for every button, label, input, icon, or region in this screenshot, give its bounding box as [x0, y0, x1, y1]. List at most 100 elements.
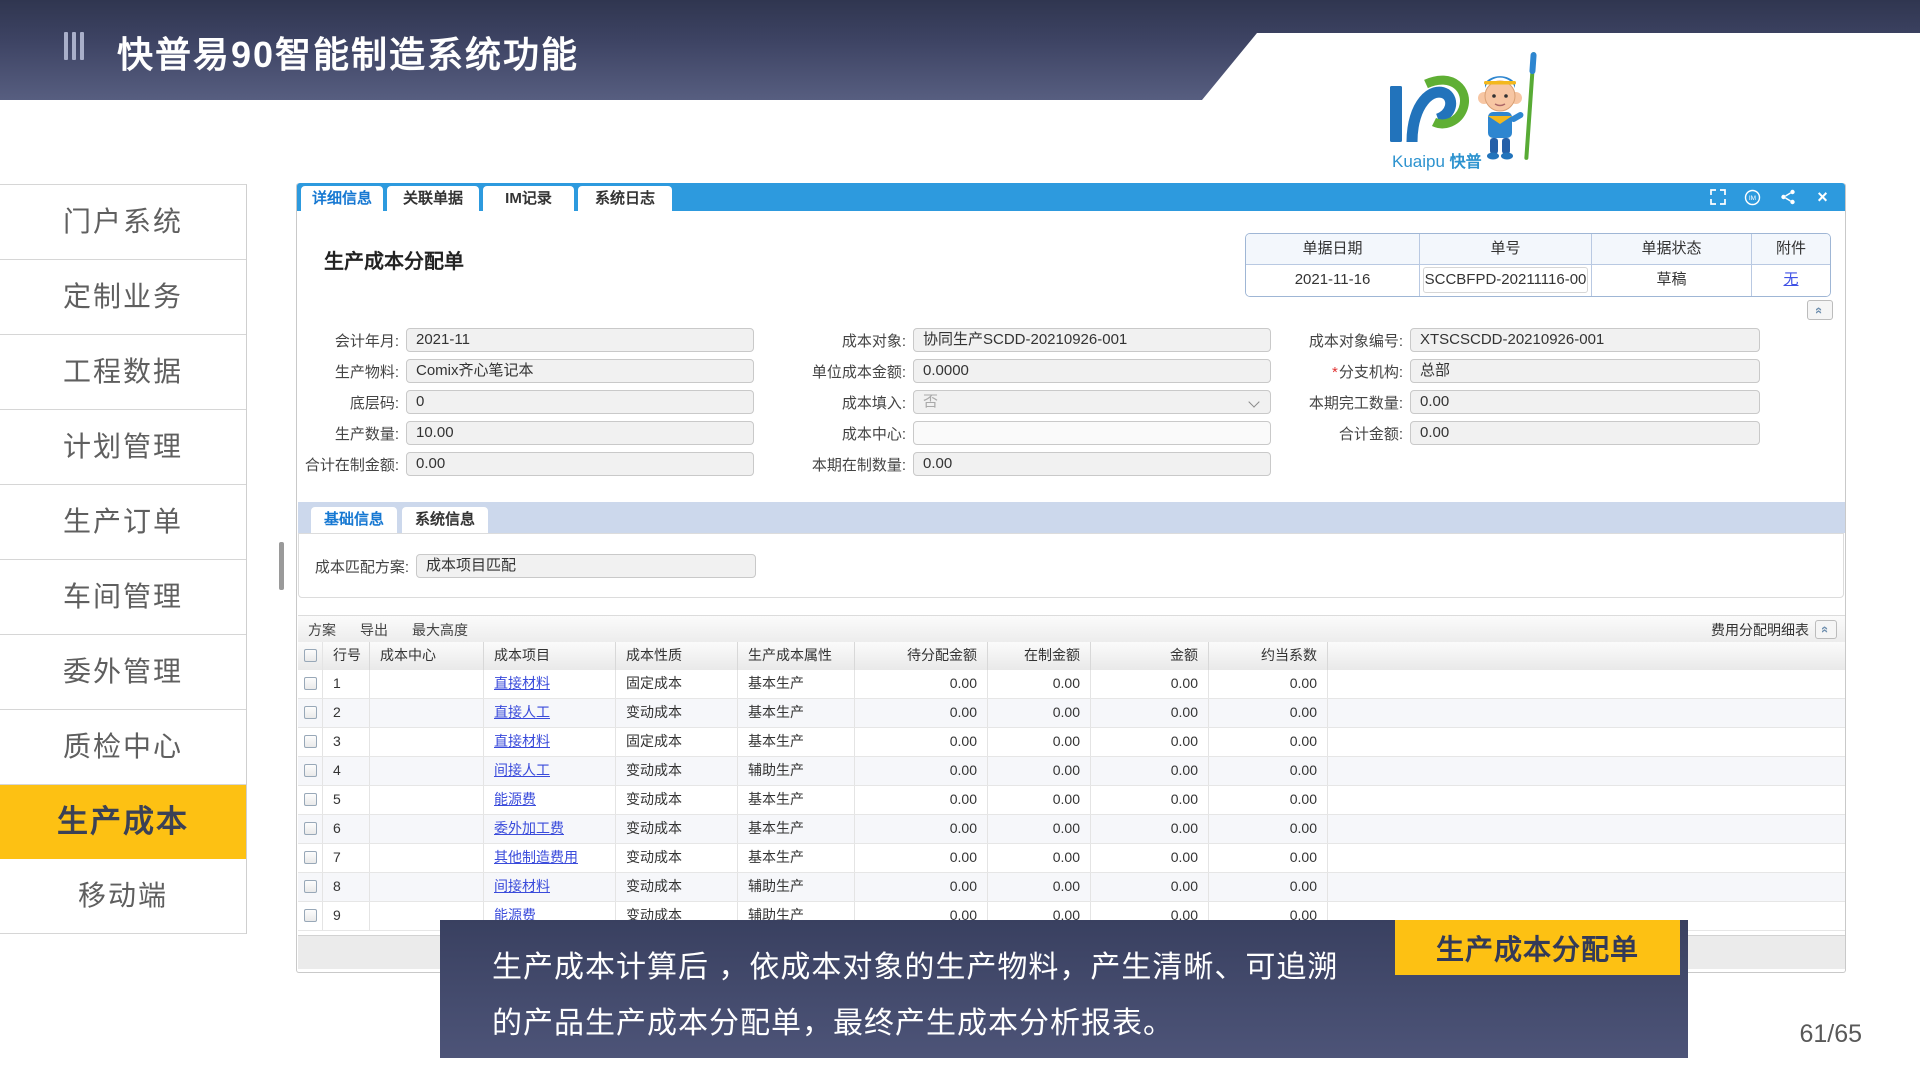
window-tab-3[interactable]: IM记录 — [483, 186, 574, 211]
doc-info-header: 单据日期 — [1246, 234, 1420, 265]
svg-text:IM: IM — [1749, 195, 1756, 202]
cost-item-link[interactable]: 直接材料 — [494, 733, 550, 749]
toolbar-item-1[interactable]: 方案 — [308, 620, 336, 640]
close-icon[interactable]: × — [1814, 189, 1831, 206]
field-input-col1-4[interactable]: 10.00 — [406, 421, 754, 445]
row-checkbox[interactable] — [304, 822, 317, 835]
grid-cell-pending: 0.00 — [855, 873, 988, 901]
field-input-col2-4[interactable] — [913, 421, 1271, 445]
grid-cell-item: 直接材料 — [484, 670, 616, 698]
window-tab-4[interactable]: 系统日志 — [578, 186, 672, 211]
grid-cell-nature: 固定成本 — [616, 728, 738, 756]
sidebar-item-8[interactable]: 质检中心 — [0, 710, 246, 785]
expense-detail-label: 费用分配明细表 — [1711, 620, 1809, 640]
grid-cell-coef: 0.00 — [1209, 670, 1328, 698]
grid-cell-amount: 0.00 — [1091, 670, 1209, 698]
field-label: 成本中心: — [786, 423, 906, 444]
row-checkbox[interactable] — [304, 677, 317, 690]
grid-cell-cost_center — [370, 815, 484, 843]
grid-cell-pending: 0.00 — [855, 728, 988, 756]
table-row: 3直接材料固定成本基本生产0.000.000.000.00 — [298, 728, 1845, 757]
cost-item-link[interactable]: 直接人工 — [494, 704, 550, 720]
table-row: 5能源费变动成本基本生产0.000.000.000.00 — [298, 786, 1845, 815]
collapse-grid-button[interactable]: « — [1815, 620, 1837, 639]
sidebar-item-2[interactable]: 定制业务 — [0, 260, 246, 335]
row-checkbox[interactable] — [304, 851, 317, 864]
grid-cell-nature: 变动成本 — [616, 873, 738, 901]
scrollbar-thumb[interactable] — [279, 542, 284, 590]
field-input-col1-1[interactable]: 2021-11 — [406, 328, 754, 352]
toolbar-item-2[interactable]: 导出 — [360, 620, 388, 640]
field-label: 单位成本金额: — [786, 361, 906, 382]
caption-line2: 的产品生产成本分配单，最终产生成本分析报表。 — [492, 998, 1174, 1042]
grid-cell-cost_center — [370, 786, 484, 814]
grid-cell-attr: 基本生产 — [738, 728, 855, 756]
sidebar-item-6[interactable]: 车间管理 — [0, 560, 246, 635]
base-info-panel: 成本匹配方案: 成本项目匹配 — [298, 533, 1844, 598]
row-checkbox[interactable] — [304, 735, 317, 748]
subtab-2[interactable]: 系统信息 — [402, 507, 488, 533]
table-row: 1直接材料固定成本基本生产0.000.000.000.00 — [298, 670, 1845, 699]
row-checkbox[interactable] — [304, 880, 317, 893]
grid-cell-item: 间接人工 — [484, 757, 616, 785]
grid-cell-nature: 变动成本 — [616, 786, 738, 814]
field-input-col3-1[interactable]: XTSCSCDD-20210926-001 — [1410, 328, 1760, 352]
im-icon[interactable]: IM — [1744, 189, 1761, 206]
field-label: 生产数量: — [284, 423, 399, 444]
grid-cell-amount: 0.00 — [1091, 757, 1209, 785]
cost-item-link[interactable]: 能源费 — [494, 791, 536, 807]
sidebar-item-9[interactable]: 生产成本 — [0, 785, 246, 859]
sidebar-item-3[interactable]: 工程数据 — [0, 335, 246, 410]
grid-cell-attr: 基本生产 — [738, 844, 855, 872]
cost-item-link[interactable]: 委外加工费 — [494, 820, 564, 836]
subtab-strip: 基础信息系统信息 — [298, 502, 1845, 533]
field-input-col3-2[interactable]: 总部 — [1410, 359, 1760, 383]
grid-cell-coef: 0.00 — [1209, 815, 1328, 843]
field-input-col3-3[interactable]: 0.00 — [1410, 390, 1760, 414]
field-input-col2-1[interactable]: 协同生产SCDD-20210926-001 — [913, 328, 1271, 352]
form-title: 生产成本分配单 — [324, 245, 464, 274]
logo-blue-swoosh — [1412, 92, 1451, 142]
grid-cell-nature: 变动成本 — [616, 815, 738, 843]
fullscreen-icon[interactable] — [1709, 189, 1726, 206]
grid-header-cell: 金额 — [1091, 642, 1209, 670]
row-checkbox[interactable] — [304, 793, 317, 806]
field-input-col1-3[interactable]: 0 — [406, 390, 754, 414]
sidebar-item-1[interactable]: 门户系统 — [0, 185, 246, 260]
cost-item-link[interactable]: 间接材料 — [494, 878, 550, 894]
window-tab-2[interactable]: 关联单据 — [387, 186, 479, 211]
cost-item-link[interactable]: 间接人工 — [494, 762, 550, 778]
sidebar-item-7[interactable]: 委外管理 — [0, 635, 246, 710]
share-icon[interactable] — [1779, 189, 1796, 206]
row-checkbox[interactable] — [304, 706, 317, 719]
collapse-header-button[interactable]: « — [1807, 300, 1833, 320]
grid-header-cell: 行号 — [323, 642, 370, 670]
field-label: 生产物料: — [284, 361, 399, 382]
grid-cell-pending: 0.00 — [855, 786, 988, 814]
row-checkbox[interactable] — [304, 764, 317, 777]
cost-item-link[interactable]: 其他制造费用 — [494, 849, 578, 865]
field-input-col1-5[interactable]: 0.00 — [406, 452, 754, 476]
sidebar-item-10[interactable]: 移动端 — [0, 859, 246, 934]
field-label: 成本对象: — [786, 330, 906, 351]
subtab-1[interactable]: 基础信息 — [311, 507, 397, 533]
table-row: 2直接人工变动成本基本生产0.000.000.000.00 — [298, 699, 1845, 728]
field-input-col1-2[interactable]: Comix齐心笔记本 — [406, 359, 754, 383]
field-input-col2-5[interactable]: 0.00 — [913, 452, 1271, 476]
grid-cell-wip: 0.00 — [988, 815, 1091, 843]
window-tab-1[interactable]: 详细信息 — [301, 186, 383, 211]
grid-cell-no: 2 — [323, 699, 370, 727]
field-input-col2-2[interactable]: 0.0000 — [913, 359, 1271, 383]
attachment-link[interactable]: 无 — [1783, 271, 1798, 288]
toolbar-item-3[interactable]: 最大高度 — [412, 620, 468, 640]
sidebar-item-4[interactable]: 计划管理 — [0, 410, 246, 485]
sidebar-item-5[interactable]: 生产订单 — [0, 485, 246, 560]
field-input-col3-4[interactable]: 0.00 — [1410, 421, 1760, 445]
select-all-checkbox[interactable] — [304, 649, 317, 662]
row-checkbox[interactable] — [304, 909, 317, 922]
grid-cell-cost_center — [370, 757, 484, 785]
grid-cell-pending: 0.00 — [855, 699, 988, 727]
match-scheme-input[interactable]: 成本项目匹配 — [416, 554, 756, 578]
cost-item-link[interactable]: 直接材料 — [494, 675, 550, 691]
field-input-col2-3[interactable]: 否 — [913, 390, 1271, 414]
